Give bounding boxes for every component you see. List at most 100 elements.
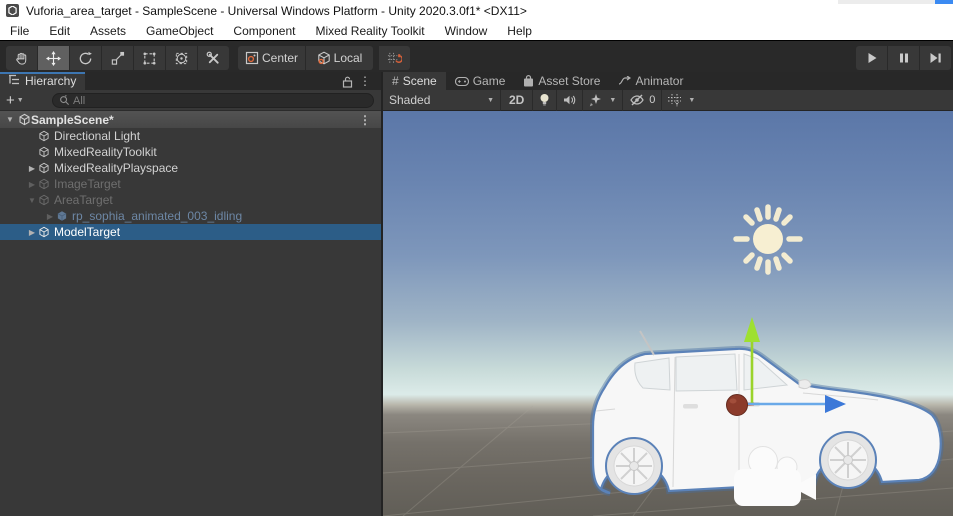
expander-expanded-icon[interactable]: ▼	[4, 115, 16, 124]
play-icon	[866, 52, 878, 64]
corner-strip-accent	[935, 0, 953, 4]
plus-icon: +	[6, 93, 15, 108]
gizmo-center-sphere	[727, 395, 748, 416]
hierarchy-tab-label: Hierarchy	[25, 74, 76, 88]
search-input[interactable]	[73, 95, 343, 107]
rect-icon	[142, 51, 157, 66]
effects-toggle-button[interactable]: ▼	[583, 90, 622, 111]
move-icon	[46, 51, 61, 66]
lighting-toggle-button[interactable]	[533, 90, 556, 111]
gamepad-icon	[455, 77, 469, 86]
chevron-down-icon[interactable]: ▼	[609, 97, 616, 104]
rect-tool-button[interactable]	[134, 46, 165, 70]
effects-icon	[589, 94, 603, 107]
scale-tool-button[interactable]	[102, 46, 133, 70]
chevron-down-icon[interactable]: ▼	[688, 97, 695, 104]
expander-collapsed-icon[interactable]: ▶	[26, 228, 38, 237]
corner-strip	[838, 0, 935, 4]
tab-asset-store[interactable]: Asset Store	[514, 72, 609, 90]
hierarchy-item-modeltarget[interactable]: ▶ ModelTarget	[0, 224, 381, 240]
orientation-mode-label: Local	[334, 51, 363, 65]
wrench-icon	[206, 51, 221, 66]
menu-help[interactable]: Help	[497, 21, 542, 41]
grid-visibility-button[interactable]: Y ▼	[662, 90, 701, 111]
scene-name: SampleScene*	[31, 113, 114, 127]
rotate-icon	[78, 51, 93, 66]
menu-edit[interactable]: Edit	[39, 21, 80, 41]
tab-scene[interactable]: # Scene	[383, 72, 446, 90]
scene-viewport[interactable]	[383, 111, 953, 516]
audio-toggle-button[interactable]	[557, 90, 582, 111]
hierarchy-panel: Hierarchy ⋮ + ▼ ▼	[0, 72, 381, 516]
menu-component[interactable]: Component	[223, 21, 305, 41]
menu-file[interactable]: File	[0, 21, 39, 41]
hierarchy-item-areatarget[interactable]: ▼ AreaTarget	[0, 192, 381, 208]
scene-tab-bar: # Scene Game Asset Store Animator	[383, 72, 953, 90]
hidden-count: 0	[649, 94, 655, 106]
hierarchy-item-mixedrealitytoolkit[interactable]: MixedRealityToolkit	[0, 144, 381, 160]
pause-icon	[898, 52, 910, 64]
expander-expanded-icon[interactable]: ▼	[26, 196, 38, 205]
rotate-tool-button[interactable]	[70, 46, 101, 70]
hierarchy-item-rp-sophia[interactable]: ▶ rp_sophia_animated_003_idling	[0, 208, 381, 224]
tab-hierarchy[interactable]: Hierarchy	[0, 72, 85, 90]
hierarchy-item-mixedrealityplayspace[interactable]: ▶ MixedRealityPlayspace	[0, 160, 381, 176]
pivot-mode-label: Center	[262, 51, 298, 65]
speaker-icon	[563, 94, 576, 106]
expander-collapsed-icon[interactable]: ▶	[26, 180, 38, 189]
gameobject-cube-icon	[38, 194, 50, 206]
step-icon	[929, 52, 942, 64]
scene-panel: # Scene Game Asset Store Animator	[383, 72, 953, 516]
pause-button[interactable]	[888, 46, 919, 70]
tab-game[interactable]: Game	[446, 72, 515, 90]
scene-menu-icon[interactable]: ⋮	[359, 113, 371, 127]
orientation-mode-button[interactable]: Local	[306, 46, 373, 70]
search-icon	[59, 95, 70, 106]
play-button[interactable]	[856, 46, 887, 70]
scene-header-row[interactable]: ▼ SampleScene* ⋮	[0, 111, 381, 128]
chevron-down-icon: ▼	[487, 97, 494, 104]
2d-toggle-button[interactable]: 2D	[501, 90, 532, 111]
hierarchy-item-directional-light[interactable]: Directional Light	[0, 128, 381, 144]
unity-app-icon	[6, 4, 19, 17]
move-tool-button[interactable]	[38, 46, 69, 70]
menu-window[interactable]: Window	[435, 21, 498, 41]
gameobject-cube-icon	[38, 146, 50, 158]
pivot-mode-button[interactable]: Center	[238, 46, 305, 70]
expander-collapsed-icon[interactable]: ▶	[44, 212, 56, 221]
hierarchy-tree: ▼ SampleScene* ⋮ Directional Light Mixed…	[0, 111, 381, 516]
hierarchy-search-field[interactable]	[52, 93, 374, 108]
hand-tool-button[interactable]	[6, 46, 37, 70]
custom-tool-button[interactable]	[198, 46, 229, 70]
hierarchy-tab-bar: Hierarchy ⋮	[0, 72, 381, 90]
menu-mixed-reality-toolkit[interactable]: Mixed Reality Toolkit	[305, 21, 434, 41]
scene-visibility-button[interactable]: 0	[623, 90, 661, 111]
title-bar: Vuforia_area_target - SampleScene - Univ…	[0, 0, 953, 21]
tab-animator[interactable]: Animator	[609, 72, 692, 90]
scene-view-toolbar: Shaded ▼ 2D	[383, 90, 953, 111]
step-button[interactable]	[920, 46, 951, 70]
transform-icon	[174, 51, 189, 66]
grid-snap-button[interactable]	[379, 46, 410, 70]
scene-grid-icon: #	[392, 74, 399, 88]
hierarchy-item-imagetarget[interactable]: ▶ ImageTarget	[0, 176, 381, 192]
unity-window: Vuforia_area_target - SampleScene - Univ…	[0, 0, 953, 516]
hand-icon	[14, 51, 29, 66]
2d-label: 2D	[509, 93, 524, 107]
menu-gameobject[interactable]: GameObject	[136, 21, 223, 41]
car-front-wheel	[820, 432, 876, 488]
create-object-button[interactable]: + ▼	[6, 93, 24, 108]
gameobject-cube-icon	[38, 162, 50, 174]
gameobject-cube-icon	[38, 178, 50, 190]
expander-collapsed-icon[interactable]: ▶	[26, 164, 38, 173]
draw-mode-dropdown[interactable]: Shaded ▼	[383, 90, 500, 111]
shopping-bag-icon	[523, 75, 534, 87]
car-mirror	[799, 380, 811, 389]
menu-assets[interactable]: Assets	[80, 21, 136, 41]
transform-tool-button[interactable]	[166, 46, 197, 70]
draw-mode-label: Shaded	[389, 93, 430, 107]
car-rear-wheel	[606, 438, 662, 494]
directional-light-sun-gizmo	[736, 207, 800, 272]
hierarchy-menu-icon[interactable]: ⋮	[359, 74, 371, 88]
svg-text:Y: Y	[675, 102, 679, 107]
